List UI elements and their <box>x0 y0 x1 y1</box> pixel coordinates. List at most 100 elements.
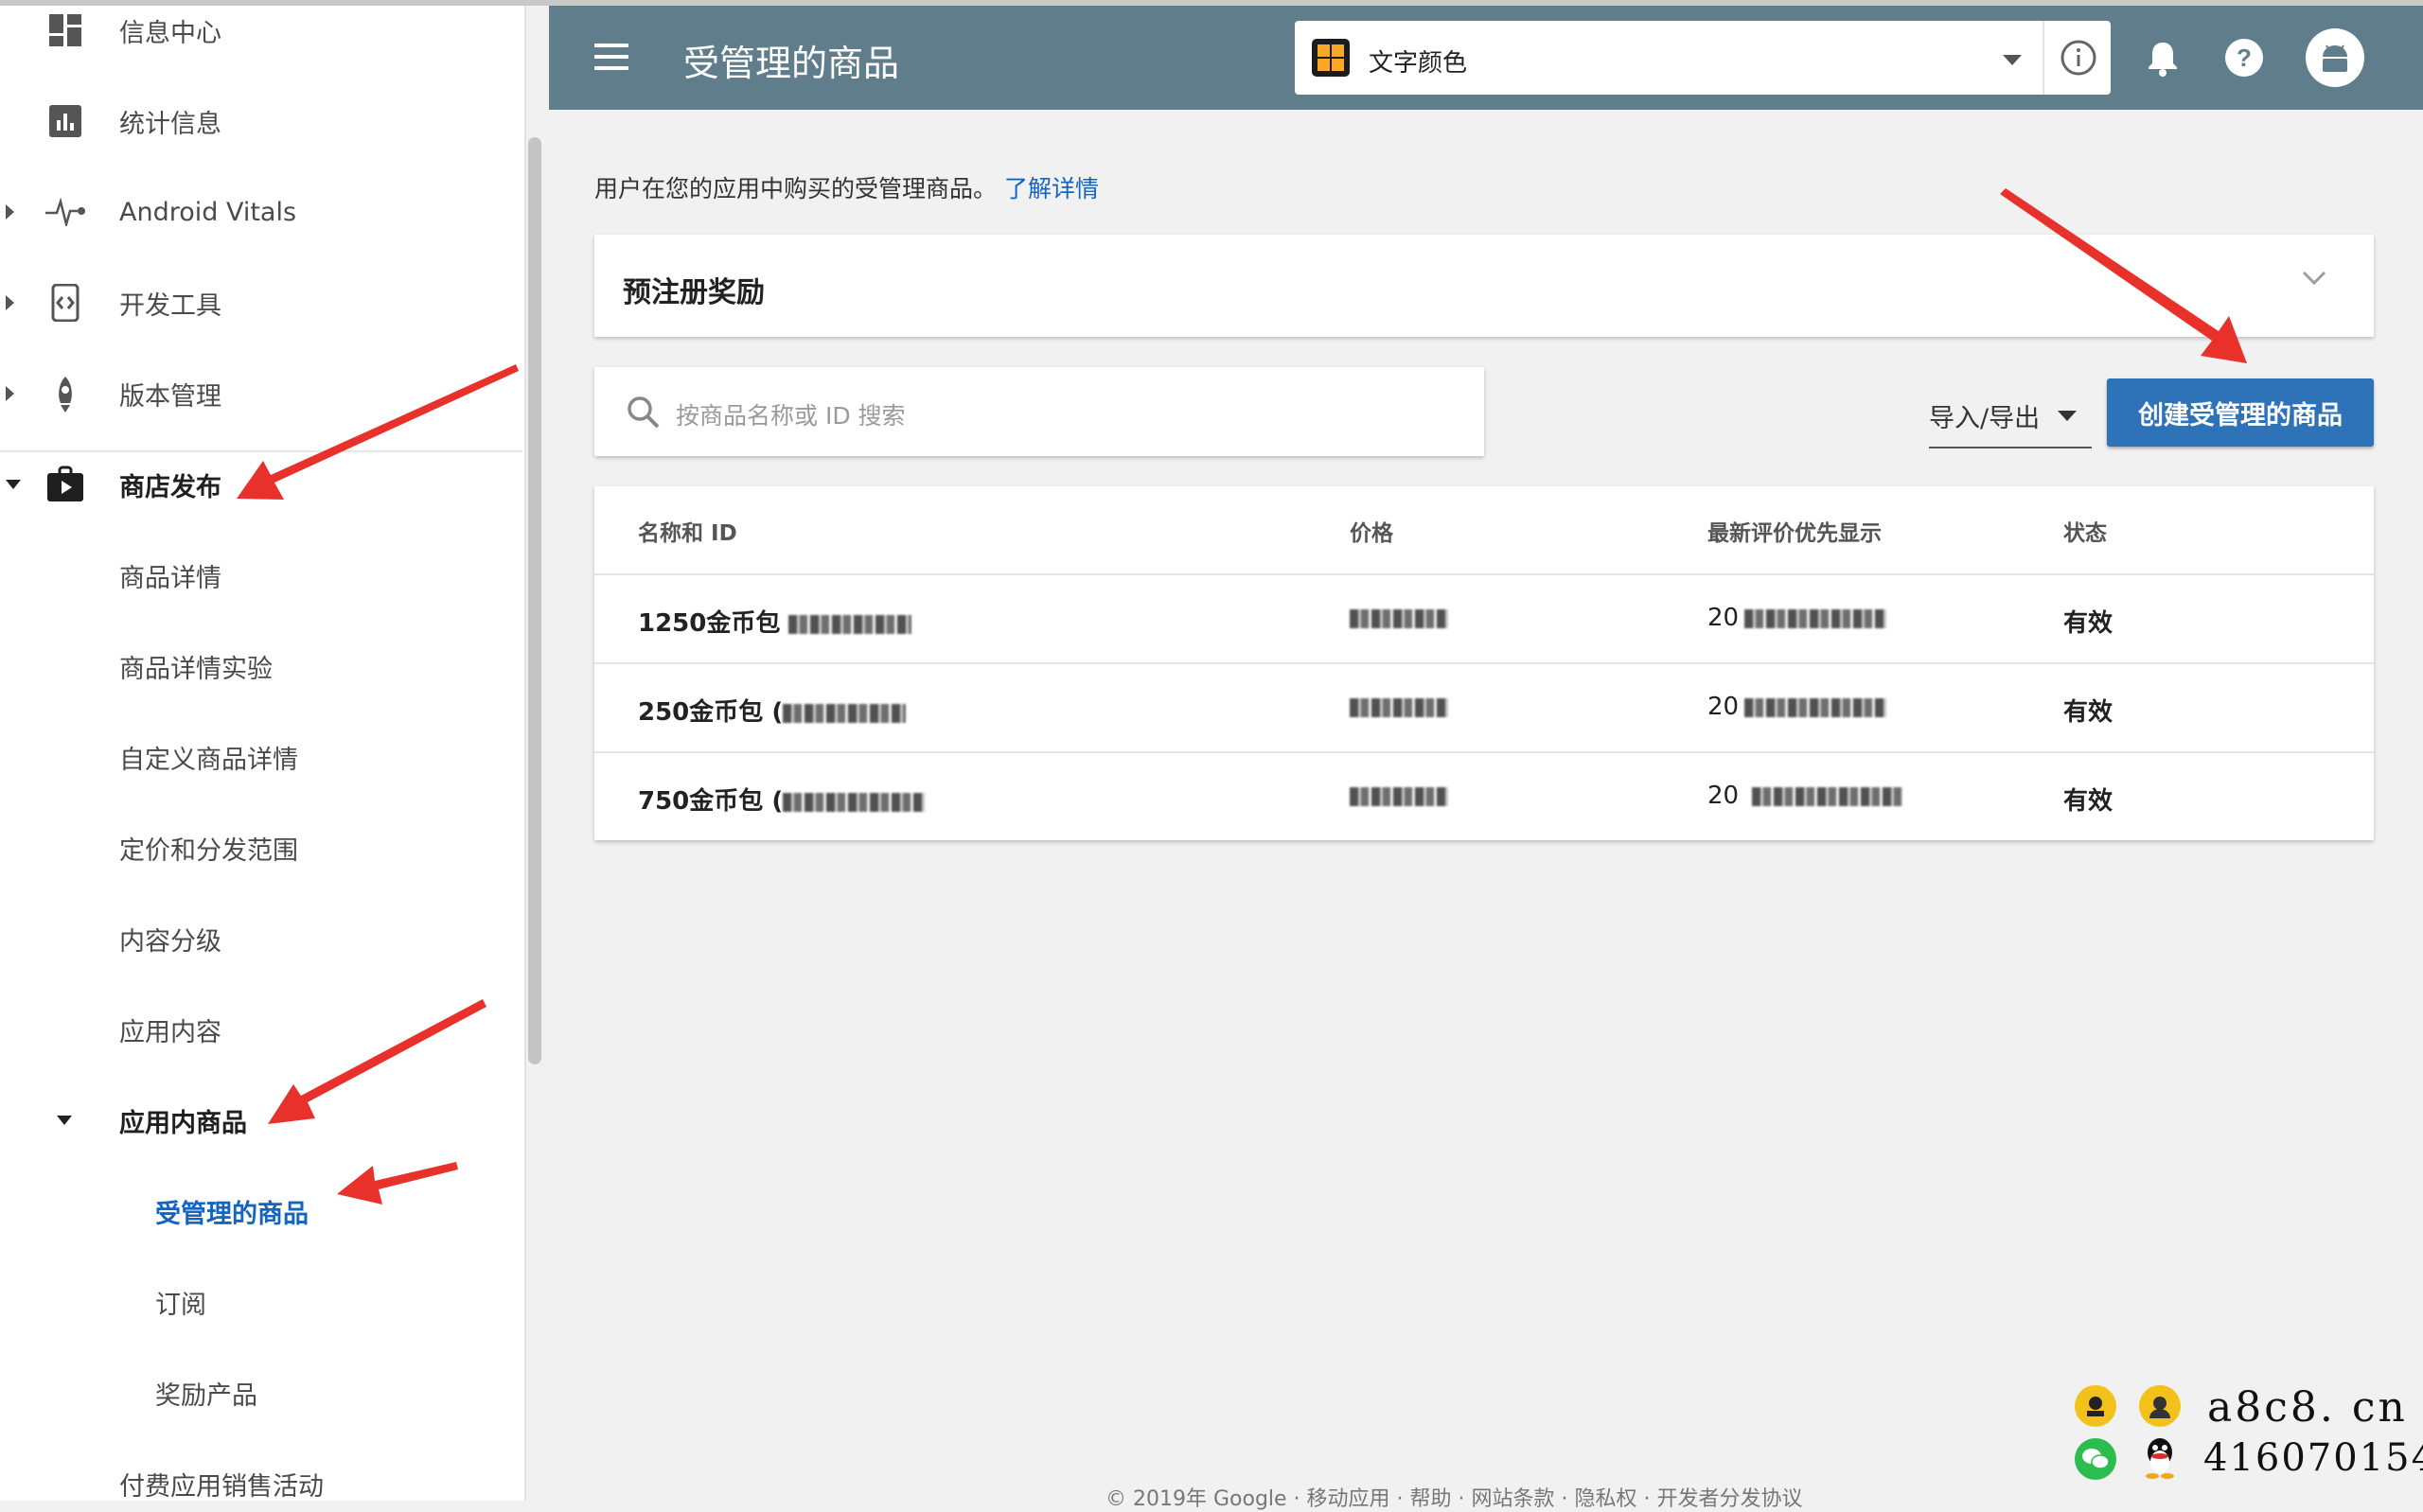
preregistration-rewards-panel[interactable]: 预注册奖励 <box>594 235 2374 337</box>
dashboard-icon <box>45 10 85 50</box>
watermark-site: a8c8. cn <box>2207 1383 2408 1432</box>
sidebar-item-label: 商品详情实验 <box>119 654 273 684</box>
qq-penguin-icon <box>2139 1436 2181 1479</box>
watermark-logo-icon <box>2075 1385 2116 1427</box>
product-name: 1250金币包 <box>638 609 781 638</box>
sidebar-item-custom-listings[interactable]: 自定义商品详情 <box>0 712 511 802</box>
account-avatar-icon[interactable] <box>2306 28 2364 87</box>
sidebar-item-statistics[interactable]: 统计信息 <box>0 76 511 167</box>
redacted-date <box>1752 786 1904 806</box>
sidebar-item-listing-experiments[interactable]: 商品详情实验 <box>0 621 511 712</box>
status-badge: 有效 <box>2063 609 2113 638</box>
sidebar-item-label: 商品详情 <box>119 563 221 593</box>
sidebar-item-release-management[interactable]: 版本管理 <box>0 348 511 439</box>
table-row[interactable]: 1250金币包 20 有效 <box>594 573 2374 664</box>
sidebar-item-label: 版本管理 <box>119 381 221 412</box>
sidebar-item-label: 内容分级 <box>119 926 221 957</box>
sidebar-item-pricing-distribution[interactable]: 定价和分发范围 <box>0 802 511 893</box>
price-cell <box>1350 693 1448 721</box>
redacted-price <box>1350 697 1448 717</box>
sidebar-scrollbar[interactable] <box>528 137 541 1064</box>
search-icon <box>627 396 661 433</box>
redacted-product-id <box>783 792 926 812</box>
sidebar-item-content-rating[interactable]: 内容分级 <box>0 893 511 984</box>
dev-tools-icon <box>45 283 85 323</box>
redacted-product-id <box>788 614 912 634</box>
redacted-date <box>1744 697 1887 717</box>
sidebar-item-label: 信息中心 <box>119 18 221 48</box>
collapse-caret-icon[interactable] <box>6 480 21 489</box>
expand-caret-icon[interactable] <box>6 386 14 401</box>
import-export-dropdown[interactable]: 导入/导出 <box>1929 386 2092 448</box>
sidebar-item-in-app-products[interactable]: 应用内商品 <box>0 1075 511 1166</box>
sidebar-item-label: 受管理的商品 <box>155 1199 309 1229</box>
create-managed-product-button[interactable]: 创建受管理的商品 <box>2107 378 2374 447</box>
collapse-caret-icon[interactable] <box>57 1116 72 1125</box>
watermark-qq-number: 416070154 <box>2203 1436 2423 1480</box>
status-badge: 有效 <box>2063 787 2113 816</box>
store-bag-icon <box>45 465 85 504</box>
sidebar-item-subscriptions[interactable]: 订阅 <box>0 1257 511 1347</box>
page-description: 用户在您的应用中购买的受管理商品。 了解详情 <box>594 170 1099 204</box>
panel-title: 预注册奖励 <box>623 276 765 309</box>
vitals-icon <box>45 192 85 232</box>
price-cell <box>1350 604 1448 632</box>
import-export-label: 导入/导出 <box>1929 404 2041 433</box>
learn-more-link[interactable]: 了解详情 <box>1004 175 1099 202</box>
sidebar-item-rewarded-products[interactable]: 奖励产品 <box>0 1347 511 1438</box>
redacted-price <box>1350 786 1448 806</box>
wechat-icon <box>2075 1438 2116 1480</box>
svg-text:?: ? <box>2237 44 2252 72</box>
updated-prefix: 20 <box>1707 693 1740 721</box>
top-app-bar: 受管理的商品 文字颜色 ? <box>549 6 2423 110</box>
expand-caret-icon[interactable] <box>6 295 14 310</box>
rocket-icon <box>45 374 85 413</box>
status-badge: 有效 <box>2063 698 2113 727</box>
table-row[interactable]: 250金币包 ( 20 有效 <box>594 662 2374 753</box>
sidebar-item-dashboard[interactable]: 信息中心 <box>0 6 511 76</box>
sidebar-item-label: 付费应用销售活动 <box>119 1471 324 1502</box>
chevron-down-icon[interactable] <box>2003 55 2022 65</box>
sidebar-item-label: 应用内容 <box>119 1017 221 1047</box>
intro-text: 用户在您的应用中购买的受管理商品。 <box>594 175 998 202</box>
column-header-name[interactable]: 名称和 ID <box>638 515 737 547</box>
sidebar-item-store-listing[interactable]: 商品详情 <box>0 530 511 621</box>
app-selector[interactable]: 文字颜色 <box>1295 21 2111 95</box>
sidebar-item-app-content[interactable]: 应用内容 <box>0 984 511 1075</box>
updated-prefix: 20 <box>1707 782 1740 810</box>
info-icon[interactable] <box>2043 21 2113 95</box>
help-icon[interactable]: ? <box>2220 34 2268 81</box>
sidebar-item-paid-app-sales[interactable]: 付费应用销售活动 <box>0 1438 511 1502</box>
column-header-last-updated[interactable]: 最新评价优先显示 <box>1707 515 1882 547</box>
sidebar-item-android-vitals[interactable]: Android Vitals <box>0 167 511 257</box>
app-name: 文字颜色 <box>1369 49 1468 78</box>
sidebar-item-label: 开发工具 <box>119 290 221 321</box>
watermark-avatar-icon <box>2139 1385 2181 1427</box>
product-name-cell: 750金币包 ( <box>638 782 926 817</box>
product-name: 750金币包 ( <box>638 787 784 816</box>
managed-products-table: 名称和 ID 价格 最新评价优先显示 状态 1250金币包 20 有效 250金… <box>594 486 2374 840</box>
sidebar-item-managed-products[interactable]: 受管理的商品 <box>0 1166 511 1257</box>
statistics-icon <box>45 101 85 141</box>
table-row[interactable]: 750金币包 ( 20 有效 <box>594 751 2374 842</box>
sidebar-item-dev-tools[interactable]: 开发工具 <box>0 257 511 348</box>
sidebar-item-store-presence[interactable]: 商店发布 <box>0 439 511 530</box>
expand-caret-icon[interactable] <box>6 204 14 220</box>
sidebar-item-label: 奖励产品 <box>155 1380 257 1411</box>
menu-icon[interactable] <box>594 44 628 70</box>
product-name: 250金币包 ( <box>638 698 784 727</box>
sidebar-item-label: 自定义商品详情 <box>119 745 298 775</box>
product-name-cell: 1250金币包 <box>638 604 912 639</box>
sidebar-nav: 信息中心 统计信息 Android Vitals 开发工具 版本管理 商店发布 <box>0 6 526 1501</box>
product-search-box[interactable]: 按商品名称或 ID 搜索 <box>594 367 1484 456</box>
notifications-icon[interactable] <box>2139 34 2186 81</box>
page-title: 受管理的商品 <box>683 43 900 84</box>
column-header-status[interactable]: 状态 <box>2063 515 2107 547</box>
chevron-down-icon <box>2058 411 2077 421</box>
sidebar-item-label: Android Vitals <box>119 197 297 227</box>
column-header-price[interactable]: 价格 <box>1350 515 1393 547</box>
chevron-down-icon[interactable] <box>2302 271 2326 290</box>
updated-cell: 20 <box>1707 693 1887 721</box>
redacted-price <box>1350 608 1448 628</box>
app-grid-icon <box>1312 39 1350 77</box>
